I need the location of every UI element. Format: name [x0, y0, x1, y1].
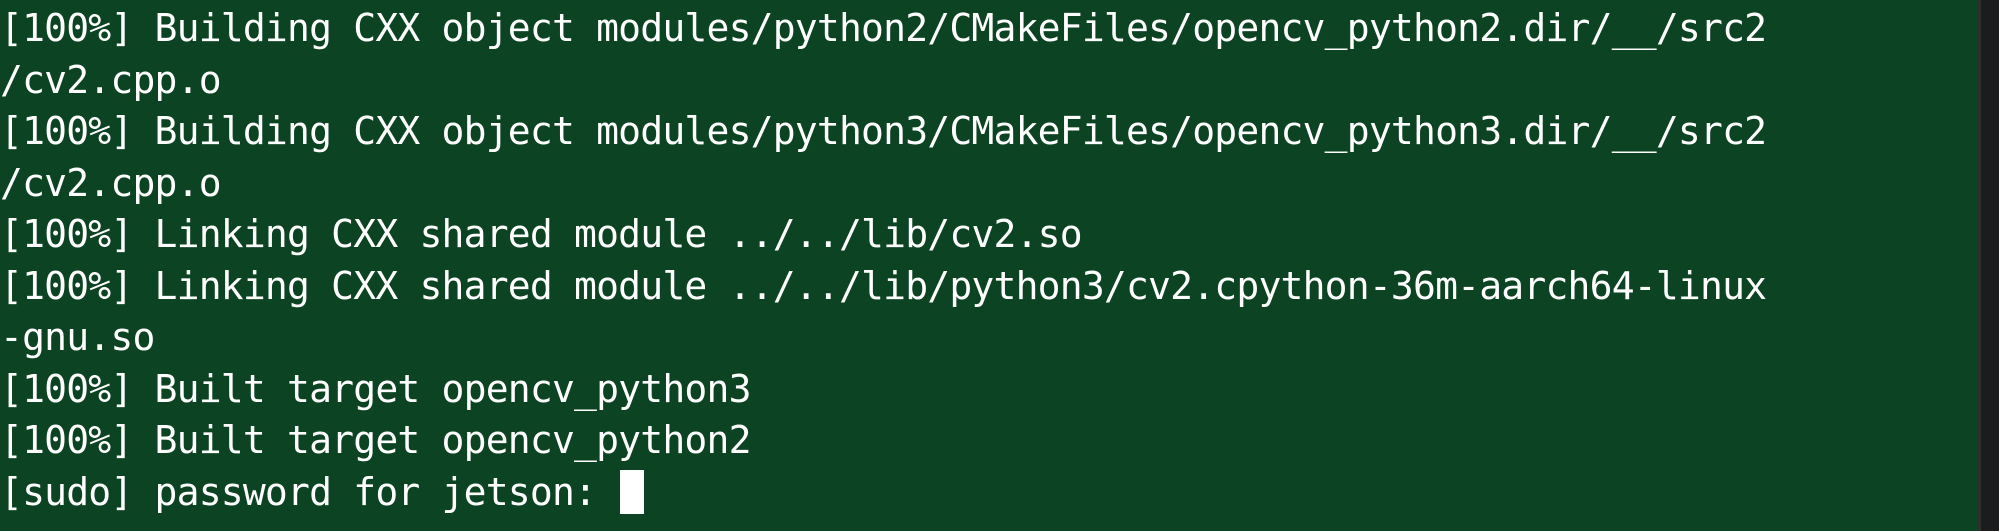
prompt-text: [sudo] password for jetson: [0, 469, 619, 514]
output-line: -gnu.so [0, 315, 155, 359]
output-line: [100%] Built target opencv_python2 [0, 418, 751, 462]
output-line: [100%] Built target opencv_python3 [0, 366, 751, 411]
output-line: [100%] Building CXX object modules/pytho… [0, 6, 1767, 50]
output-line: [100%] Building CXX object modules/pytho… [0, 109, 1767, 153]
scrollbar-track[interactable] [1978, 0, 1999, 531]
terminal-window[interactable]: [100%] Building CXX object modules/pytho… [0, 0, 1999, 531]
output-line: [100%] Linking CXX shared module ../../l… [0, 263, 1767, 308]
output-line: [100%] Linking CXX shared module ../../l… [0, 212, 1083, 256]
sudo-password-prompt[interactable]: [sudo] password for jetson: [0, 467, 1978, 519]
output-line: /cv2.cpp.o [0, 57, 222, 102]
terminal-output: [100%] Building CXX object modules/pytho… [0, 0, 1978, 531]
text-cursor [620, 470, 645, 515]
output-line: /cv2.cpp.o [0, 160, 222, 205]
